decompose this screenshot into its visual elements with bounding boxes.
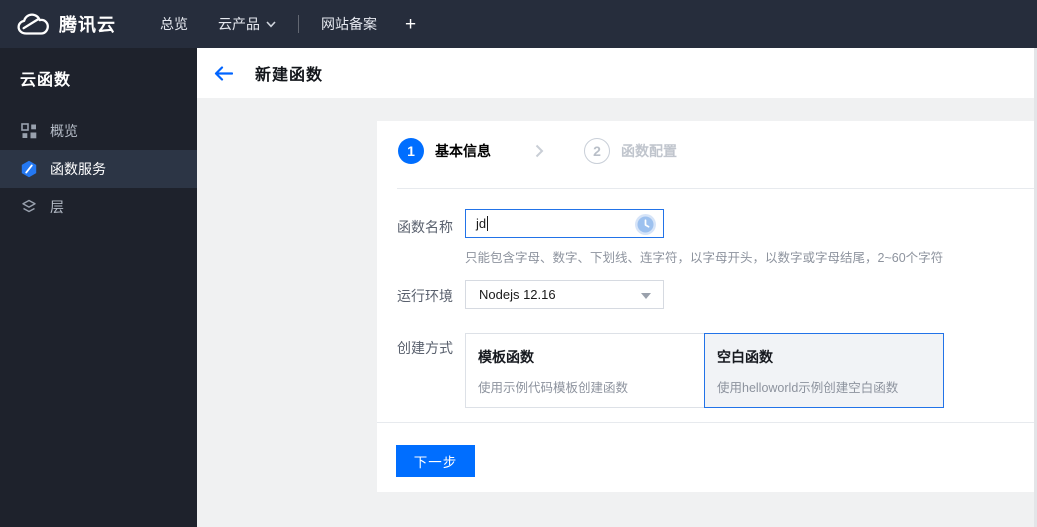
function-name-label: 函数名称 <box>397 219 453 235</box>
back-button[interactable] <box>214 65 233 81</box>
layers-icon <box>20 198 38 216</box>
sidebar-item-label: 概览 <box>50 123 78 139</box>
text-cursor <box>487 216 489 231</box>
select-dropdown-arrow-icon <box>641 293 651 299</box>
runtime-selected-value: Nodejs 12.16 <box>479 287 556 302</box>
chevron-down-icon <box>266 20 276 28</box>
option-card-template-function[interactable]: 模板函数 使用示例代码模板创建函数 <box>465 333 705 408</box>
runtime-label: 运行环境 <box>397 288 453 304</box>
step-1-label: 基本信息 <box>435 143 491 159</box>
option-card-blank-function[interactable]: 空白函数 使用helloworld示例创建空白函数 <box>704 333 944 408</box>
footer-divider <box>377 422 1037 423</box>
creation-method-options: 模板函数 使用示例代码模板创建函数 空白函数 使用helloworld示例创建空… <box>465 333 944 408</box>
option-description: 使用helloworld示例创建空白函数 <box>717 381 899 395</box>
nav-item-beian[interactable]: 网站备案 <box>321 14 377 34</box>
option-title: 空白函数 <box>717 349 773 365</box>
sidebar-item-label: 函数服务 <box>50 161 106 177</box>
step-1-circle: 1 <box>398 138 424 164</box>
sidebar-item-function-service[interactable]: 函数服务 <box>0 150 197 188</box>
nav-divider <box>298 15 299 33</box>
top-navbar: 腾讯云 总览 云产品 网站备案 + <box>0 0 1037 48</box>
runtime-select[interactable]: Nodejs 12.16 <box>465 280 664 309</box>
sidebar-item-overview[interactable]: 概览 <box>0 112 197 150</box>
pending-clock-icon <box>634 213 657 241</box>
cloud-logo-icon <box>16 12 50 37</box>
sidebar-menu: 概览 函数服务 层 <box>0 112 197 226</box>
nav-add-tab-plus-icon[interactable]: + <box>405 15 416 34</box>
option-title: 模板函数 <box>478 349 534 365</box>
page-header: 新建函数 <box>197 48 1037 98</box>
function-name-hint: 只能包含字母、数字、下划线、连字符，以字母开头，以数字或字母结尾，2~60个字符 <box>465 251 944 265</box>
logo-text: 腾讯云 <box>59 15 116 35</box>
steps-divider <box>397 188 1037 189</box>
tencent-cloud-logo[interactable]: 腾讯云 <box>16 11 116 37</box>
sidebar-item-label: 层 <box>50 199 64 215</box>
function-name-input[interactable]: jd <box>465 209 664 238</box>
create-function-panel: 1 基本信息 2 函数配置 函数名称 jd 只能包含字母、数字、下划线、连字符，… <box>377 121 1037 492</box>
nav-item-overview[interactable]: 总览 <box>160 14 188 34</box>
step-2-circle: 2 <box>584 138 610 164</box>
step-2-label: 函数配置 <box>621 143 677 159</box>
creation-method-label: 创建方式 <box>397 340 453 356</box>
sidebar-title: 云函数 <box>20 72 72 89</box>
step-chevron-icon <box>535 144 544 158</box>
nav-item-cloud-products[interactable]: 云产品 <box>218 14 276 34</box>
function-hexagon-icon <box>20 160 38 178</box>
grid-icon <box>20 122 38 140</box>
sidebar-item-layers[interactable]: 层 <box>0 188 197 226</box>
sidebar: 云函数 概览 函数服务 层 <box>0 48 197 527</box>
page-title: 新建函数 <box>255 67 324 84</box>
next-step-button[interactable]: 下一步 <box>396 445 475 477</box>
wizard-steps: 1 基本信息 2 函数配置 <box>398 138 677 164</box>
arrow-left-icon <box>214 65 233 81</box>
option-description: 使用示例代码模板创建函数 <box>478 381 629 395</box>
function-name-value: jd <box>476 216 487 231</box>
